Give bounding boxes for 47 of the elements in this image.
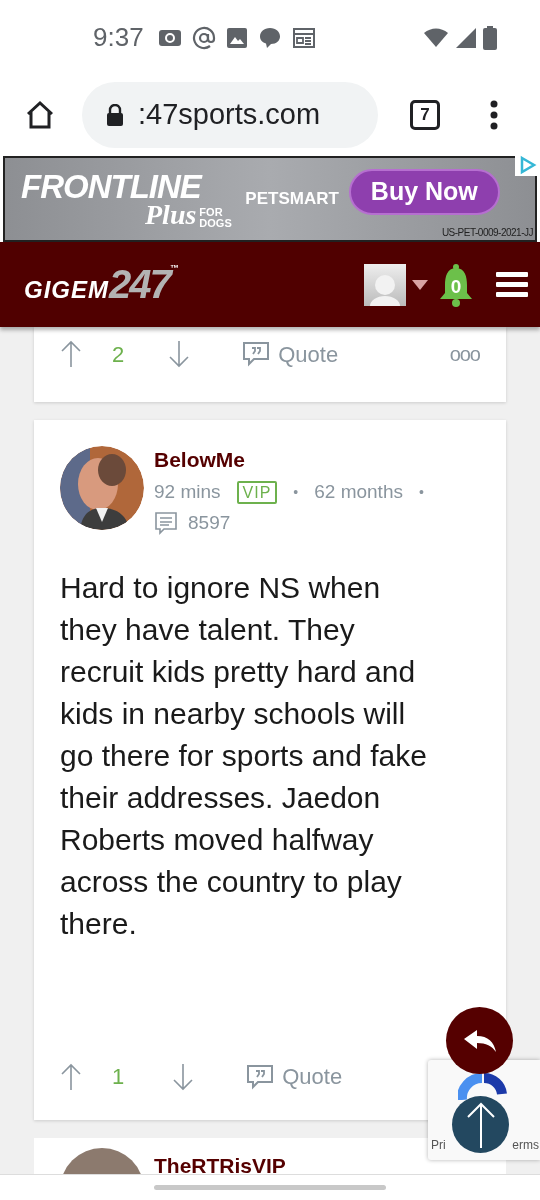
post-body: Hard to ignore NS when they have talent. They recruit kids pretty hard and kids in nearby schools will go there for sports and fake their addresses. Jaedon Roberts moved halfway across the country to play there. xyxy=(60,570,428,942)
comment-icon xyxy=(154,510,178,535)
post-time: 92 mins xyxy=(154,480,221,504)
author-name[interactable]: TheRTRisVIP xyxy=(154,1152,286,1174)
home-icon[interactable] xyxy=(24,99,56,131)
separator-dot: • xyxy=(418,482,424,502)
caret-icon[interactable] xyxy=(412,279,428,290)
vote-count: 2 xyxy=(112,340,125,369)
signal-icon xyxy=(455,26,477,49)
news-icon xyxy=(291,26,316,49)
notification-count: 0 xyxy=(450,275,462,300)
downvote-icon[interactable] xyxy=(168,340,191,368)
arrow-up-icon xyxy=(465,1101,496,1148)
buy-now-button[interactable]: Buy Now xyxy=(348,169,500,215)
downvote-icon[interactable] xyxy=(172,1062,195,1091)
post-count: 8597 xyxy=(188,510,231,535)
image-icon xyxy=(225,26,248,49)
tab-count-button[interactable]: 7 xyxy=(410,100,440,130)
lock-icon xyxy=(106,104,124,126)
terms-link[interactable]: erms xyxy=(512,1136,539,1154)
menu-icon[interactable] xyxy=(496,271,528,298)
vote-count: 1 xyxy=(112,1063,125,1091)
ad-tagline: FOR DOGS xyxy=(199,207,232,229)
at-sign-icon xyxy=(191,25,216,50)
recaptcha-logo xyxy=(458,1070,508,1100)
site-logo[interactable]: GIGEM247™ xyxy=(24,261,179,308)
radio-icon xyxy=(157,27,182,48)
ad-code: US-PET-0009-2021-JJ xyxy=(441,226,533,240)
upvote-icon[interactable] xyxy=(60,340,82,368)
privacy-link[interactable]: Pri xyxy=(431,1136,446,1154)
member-tenure: 62 months xyxy=(314,480,403,504)
store-logo: PETSMART xyxy=(245,188,339,211)
battery-icon xyxy=(483,25,497,50)
wifi-icon xyxy=(423,26,449,49)
upvote-icon[interactable] xyxy=(60,1062,82,1091)
status-time: 9:37 xyxy=(93,21,144,54)
quote-icon xyxy=(242,341,271,367)
address-bar[interactable]: :47sports.com xyxy=(82,82,378,148)
author-name[interactable]: BelowMe xyxy=(154,446,424,474)
user-avatar[interactable] xyxy=(364,263,406,306)
chat-icon xyxy=(257,25,282,50)
quote-icon xyxy=(246,1063,275,1090)
vip-badge: VIP xyxy=(236,480,278,504)
url-text: :47sports.com xyxy=(138,97,321,133)
reply-icon xyxy=(463,1029,496,1052)
separator-dot: • xyxy=(293,482,299,502)
menu-icon[interactable] xyxy=(490,100,498,130)
